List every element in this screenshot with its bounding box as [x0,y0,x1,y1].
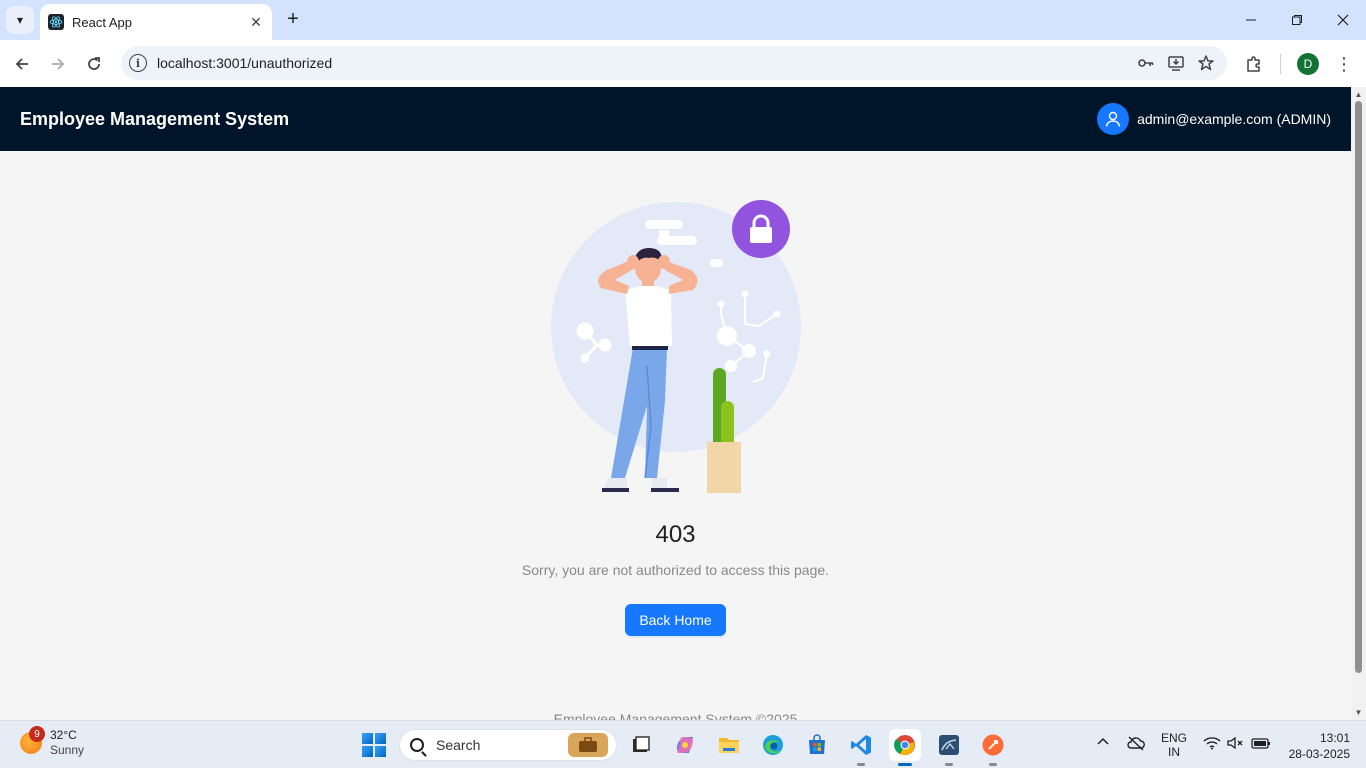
address-bar[interactable]: i localhost:3001/unauthorized [121,46,1227,80]
copilot-icon[interactable] [669,729,701,761]
browser-menu-kebab-icon[interactable]: ⋮ [1330,50,1358,78]
minimize-icon[interactable] [1228,0,1274,40]
microsoft-store-icon[interactable] [801,729,833,761]
unauthorized-illustration [545,196,805,496]
toolbar-divider [1280,54,1281,74]
browser-toolbar: i localhost:3001/unauthorized D ⋮ [0,40,1366,87]
wifi-icon[interactable] [1203,736,1221,753]
language-region: IN [1168,745,1180,759]
extensions-puzzle-icon[interactable] [1240,50,1268,78]
scroll-down-arrow-icon[interactable]: ▼ [1354,708,1363,717]
page-scrollbar[interactable]: ▲ ▼ [1351,87,1366,720]
onedrive-offline-icon[interactable] [1126,735,1146,754]
password-key-icon[interactable] [1131,48,1161,78]
restore-icon[interactable] [1274,0,1320,40]
briefcase-icon [568,733,608,757]
app-header: Employee Management System admin@example… [0,87,1351,151]
taskbar-search[interactable]: Search [399,729,617,761]
user-avatar-icon[interactable] [1097,103,1130,135]
weather-notification-badge: 9 [29,726,45,742]
taskbar-search-label: Search [436,737,481,753]
workbench-running-indicator [945,763,953,766]
profile-avatar-button[interactable]: D [1294,50,1322,78]
clock-time: 13:01 [1319,731,1350,745]
reload-icon[interactable] [80,50,108,78]
postman-running-indicator [989,763,997,766]
app-title: Employee Management System [20,108,290,129]
chrome-icon[interactable] [889,729,921,766]
forward-arrow-icon[interactable] [44,50,72,78]
postman-icon[interactable] [977,729,1009,766]
sun-weather-icon: 9 [20,726,45,754]
battery-charging-icon[interactable] [1251,736,1271,753]
back-home-button[interactable]: Back Home [625,604,726,636]
tab-close-icon[interactable]: ✕ [246,12,266,32]
vscode-icon[interactable] [845,729,877,766]
show-hidden-icons-chevron-icon[interactable] [1096,735,1110,752]
bookmark-star-icon[interactable] [1191,48,1221,78]
back-arrow-icon[interactable] [8,50,36,78]
volume-muted-icon[interactable] [1226,736,1244,753]
search-icon [410,738,424,752]
weather-widget[interactable]: 9 32°C Sunny [20,726,85,758]
unauthorized-message: Sorry, you are not authorized to access … [521,562,830,578]
chrome-active-indicator [898,763,912,766]
mysql-workbench-icon[interactable] [933,729,965,766]
user-email-role: admin@example.com (ADMIN) [1137,111,1331,127]
tab-search-chevron-icon[interactable]: ▾ [6,6,34,34]
weather-condition: Sunny [50,743,85,757]
status-code: 403 [655,521,696,548]
system-clock[interactable]: 13:01 28-03-2025 [1280,730,1350,762]
site-info-icon[interactable]: i [129,54,147,72]
windows-start-icon[interactable] [362,733,386,757]
new-tab-plus-icon[interactable]: + [282,8,304,30]
browser-tab[interactable]: React App ✕ [40,4,272,40]
user-menu[interactable]: admin@example.com (ADMIN) [1097,103,1331,135]
vscode-running-indicator [857,763,865,766]
file-explorer-icon[interactable] [713,729,745,761]
window-close-icon[interactable] [1320,0,1366,40]
temperature: 32°C [50,728,77,742]
edge-browser-icon[interactable] [757,729,789,761]
scrollbar-thumb[interactable] [1355,101,1362,673]
language-code: ENG [1160,731,1187,745]
scroll-up-arrow-icon[interactable]: ▲ [1354,90,1363,99]
profile-initial: D [1297,53,1319,75]
os-taskbar: 9 32°C Sunny Search ENG IN 13:01 28-03-2… [0,720,1366,768]
tab-title: React App [72,14,132,30]
clock-date: 28-03-2025 [1288,747,1350,761]
react-favicon-icon [48,14,64,30]
unauthorized-result: 403 Sorry, you are not authorized to acc… [0,151,1351,727]
install-app-icon[interactable] [1161,48,1191,78]
browser-tabstrip: ▾ React App ✕ + [0,0,1366,40]
task-view-icon[interactable] [625,729,657,761]
url-text[interactable]: localhost:3001/unauthorized [157,55,1131,71]
language-indicator[interactable]: ENG IN [1160,731,1188,759]
